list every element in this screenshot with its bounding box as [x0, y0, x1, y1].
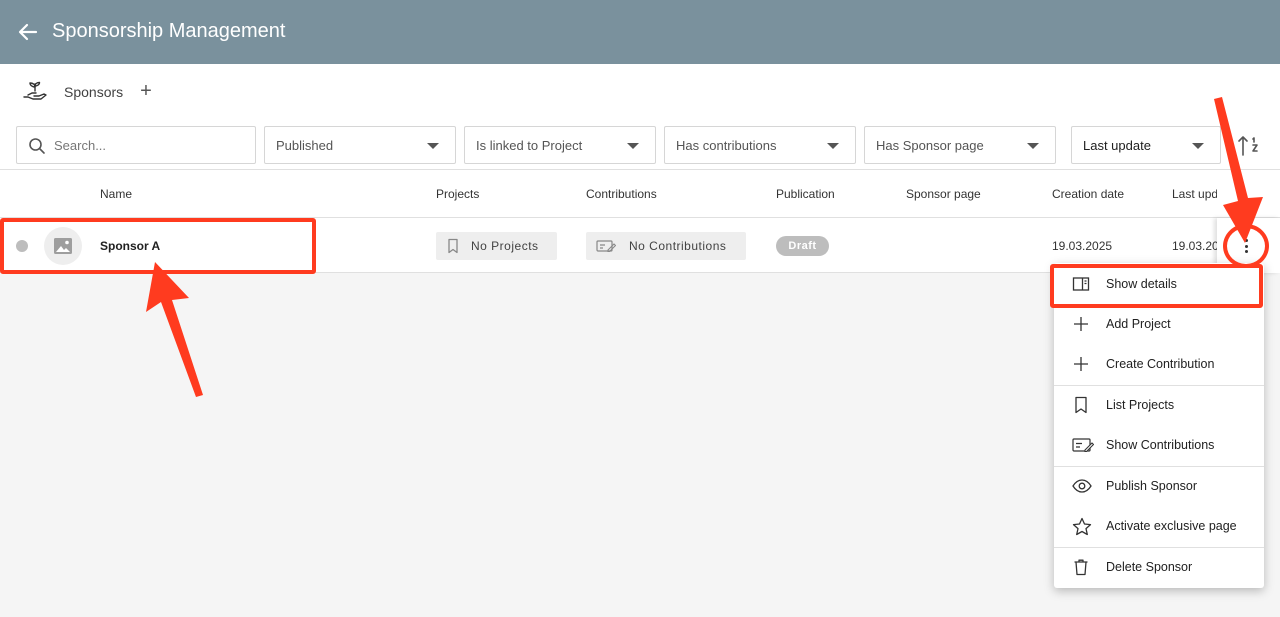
trash-icon: [1074, 559, 1088, 576]
column-projects[interactable]: Projects: [436, 187, 479, 201]
arrow-to-sponsor: [146, 262, 203, 397]
bookmark-icon: [1075, 396, 1087, 414]
menu-item-label: Add Project: [1106, 317, 1171, 331]
menu-item-show-contributions[interactable]: Show Contributions: [1054, 425, 1264, 465]
sort-direction-icon[interactable]: [1234, 132, 1262, 160]
column-contributions[interactable]: Contributions: [586, 187, 657, 201]
menu-item-show-details[interactable]: Show details: [1054, 264, 1264, 304]
chevron-down-icon: [1192, 143, 1204, 149]
more-vert-icon[interactable]: [1236, 236, 1256, 256]
column-publication[interactable]: Publication: [776, 187, 835, 201]
plus-icon: [1074, 317, 1088, 331]
sort-select[interactable]: Last update: [1071, 126, 1221, 164]
contribution-ticket-icon: [1072, 438, 1094, 453]
add-tab-button[interactable]: +: [136, 80, 156, 104]
column-last-update[interactable]: Last update: [1172, 187, 1217, 201]
menu-item-label: List Projects: [1106, 398, 1175, 412]
menu-item-publish-sponsor[interactable]: Publish Sponsor: [1054, 466, 1264, 506]
published-filter-value: Published: [276, 138, 334, 153]
search-placeholder: Search...: [54, 138, 107, 153]
menu-item-add-project[interactable]: Add Project: [1054, 304, 1264, 344]
back-arrow-icon[interactable]: [14, 18, 42, 46]
page-title: Sponsorship Management: [52, 20, 286, 42]
creation-date: 19.03.2025: [1052, 239, 1113, 253]
sprout-hand-icon: [22, 79, 48, 105]
menu-item-label: Activate exclusive page: [1106, 519, 1237, 533]
column-sponsor-page[interactable]: Sponsor page: [906, 187, 981, 201]
projects-chip-label: No Projects: [471, 239, 539, 253]
contributions-filter-value: Has contributions: [676, 138, 777, 153]
menu-item-label: Delete Sponsor: [1106, 560, 1193, 574]
menu-item-label: Show Contributions: [1106, 438, 1215, 452]
image-placeholder-icon: [54, 238, 72, 254]
menu-item-label: Publish Sponsor: [1106, 479, 1198, 493]
search-input[interactable]: Search...: [16, 126, 256, 164]
menu-item-list-projects[interactable]: List Projects: [1054, 385, 1264, 425]
sponsor-page-filter-select[interactable]: Has Sponsor page: [864, 126, 1056, 164]
status-dot: [16, 240, 28, 252]
menu-item-label: Show details: [1106, 277, 1177, 291]
sponsor-name[interactable]: Sponsor A: [100, 239, 160, 253]
details-panel-icon: [1072, 277, 1090, 291]
chevron-down-icon: [427, 143, 439, 149]
plus-icon: [1074, 357, 1088, 371]
tab-bar: [0, 64, 1280, 120]
menu-item-delete-sponsor[interactable]: Delete Sponsor: [1054, 547, 1264, 587]
search-icon: [29, 138, 45, 154]
tab-sponsors[interactable]: Sponsors: [64, 84, 123, 100]
sponsor-avatar: [44, 227, 82, 265]
last-update-date: 19.03.2025: [1172, 239, 1217, 253]
chevron-down-icon: [1027, 143, 1039, 149]
bookmark-icon: [448, 238, 458, 254]
sort-select-value: Last update: [1083, 138, 1151, 153]
last-update-column-clip: Last update 19.03.2025: [1172, 170, 1217, 273]
column-creation-date[interactable]: Creation date: [1052, 187, 1124, 201]
status-badge: Draft: [776, 236, 829, 256]
contribution-ticket-icon: [596, 240, 616, 253]
chevron-down-icon: [827, 143, 839, 149]
star-icon: [1072, 517, 1092, 536]
contributions-filter-select[interactable]: Has contributions: [664, 126, 856, 164]
menu-item-create-contribution[interactable]: Create Contribution: [1054, 344, 1264, 384]
contributions-chip[interactable]: No Contributions: [586, 232, 746, 260]
projects-chip[interactable]: No Projects: [436, 232, 557, 260]
linked-project-filter-select[interactable]: Is linked to Project: [464, 126, 656, 164]
sponsor-page-filter-value: Has Sponsor page: [876, 138, 984, 153]
linked-project-filter-value: Is linked to Project: [476, 138, 583, 153]
menu-item-activate-exclusive-page[interactable]: Activate exclusive page: [1054, 506, 1264, 546]
contributions-chip-label: No Contributions: [629, 239, 727, 253]
chevron-down-icon: [627, 143, 639, 149]
menu-item-label: Create Contribution: [1106, 357, 1215, 371]
published-filter-select[interactable]: Published: [264, 126, 456, 164]
eye-icon: [1072, 479, 1092, 493]
column-name[interactable]: Name: [100, 187, 132, 201]
